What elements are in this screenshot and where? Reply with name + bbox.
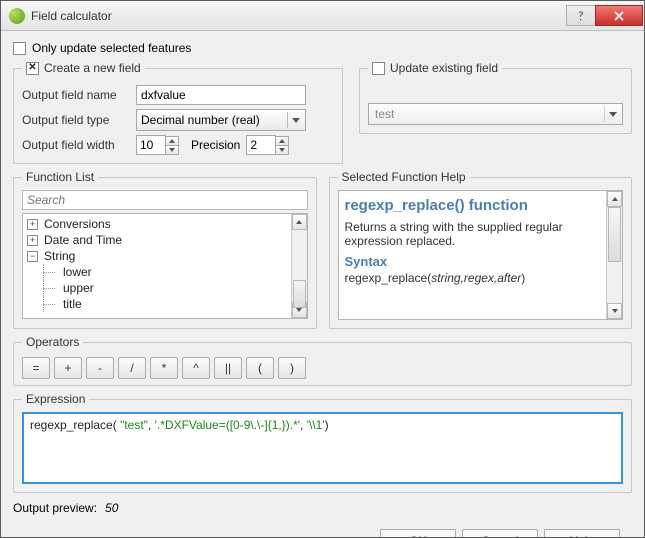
close-icon: [613, 10, 625, 22]
titlebar-help-button[interactable]: [566, 5, 596, 26]
titlebar[interactable]: Field calculator: [1, 1, 644, 31]
create-field-checkbox[interactable]: [26, 62, 39, 75]
only-update-row: Only update selected features: [13, 41, 632, 55]
expression-textarea[interactable]: regexp_replace( "test", '.*DXFValue=([0-…: [22, 412, 623, 484]
function-tree[interactable]: + Conversions + Date and Time − String l…: [22, 213, 308, 319]
app-icon: [9, 8, 25, 24]
only-update-label: Only update selected features: [32, 41, 191, 55]
help-title: regexp_replace() function: [345, 197, 605, 214]
op-rparen-button[interactable]: ): [278, 357, 306, 379]
update-field-group: Update existing field test: [359, 61, 632, 134]
op-divide-button[interactable]: /: [118, 357, 146, 379]
tree-group-conversions[interactable]: + Conversions: [23, 216, 291, 232]
function-tree-scrollbar[interactable]: [291, 214, 307, 318]
scroll-up-icon[interactable]: [292, 214, 307, 230]
scroll-up-icon[interactable]: [607, 191, 622, 207]
operators-legend: Operators: [22, 335, 83, 349]
help-signature: regexp_replace(string,regex,after): [345, 271, 605, 285]
function-list-legend: Function List: [22, 170, 98, 184]
update-field-checkbox[interactable]: [372, 62, 385, 75]
function-help-scrollbar[interactable]: [606, 191, 622, 319]
tree-item-title[interactable]: title: [23, 296, 291, 312]
create-field-group: Create a new field Output field name Out…: [13, 61, 343, 164]
op-minus-button[interactable]: -: [86, 357, 114, 379]
expand-icon[interactable]: +: [27, 219, 38, 230]
tree-item-upper[interactable]: upper: [23, 280, 291, 296]
op-power-button[interactable]: ^: [182, 357, 210, 379]
ok-button[interactable]: OK: [380, 529, 456, 537]
help-description: Returns a string with the supplied regul…: [345, 220, 605, 248]
output-width-input[interactable]: [136, 135, 166, 155]
cancel-button[interactable]: Cancel: [462, 529, 538, 537]
create-field-legend: Create a new field: [44, 61, 141, 75]
tree-item-lower[interactable]: lower: [23, 264, 291, 280]
output-name-label: Output field name: [22, 88, 130, 102]
output-type-label: Output field type: [22, 113, 130, 127]
question-icon: [575, 10, 587, 22]
expression-group: Expression regexp_replace( "test", '.*DX…: [13, 392, 632, 493]
precision-input[interactable]: [246, 135, 276, 155]
window-title: Field calculator: [31, 9, 567, 23]
dialog-footer: OK Cancel Help: [13, 521, 632, 537]
op-concat-button[interactable]: ||: [214, 357, 242, 379]
output-name-input[interactable]: [136, 85, 306, 105]
help-syntax-label: Syntax: [345, 254, 605, 269]
op-lparen-button[interactable]: (: [246, 357, 274, 379]
operators-group: Operators = + - / * ^ || ( ): [13, 335, 632, 386]
output-type-value: Decimal number (real): [141, 113, 260, 127]
output-preview-row: Output preview: 50: [13, 501, 632, 515]
chevron-down-icon: [604, 106, 620, 122]
chevron-down-icon: [287, 112, 303, 128]
function-search-input[interactable]: [22, 190, 308, 210]
spin-down-icon[interactable]: [165, 145, 179, 155]
precision-spinner[interactable]: [246, 135, 289, 155]
function-help-group: Selected Function Help regexp_replace() …: [329, 170, 633, 329]
update-field-legend: Update existing field: [390, 61, 498, 75]
scroll-down-icon[interactable]: [607, 303, 622, 319]
output-width-spinner[interactable]: [136, 135, 179, 155]
output-width-label: Output field width: [22, 138, 130, 152]
op-equals-button[interactable]: =: [22, 357, 50, 379]
function-help-legend: Selected Function Help: [338, 170, 470, 184]
field-calculator-window: Field calculator Only update selected fe…: [0, 0, 645, 538]
tree-group-string[interactable]: − String: [23, 248, 291, 264]
tree-group-datetime[interactable]: + Date and Time: [23, 232, 291, 248]
function-help-panel: regexp_replace() function Returns a stri…: [338, 190, 624, 320]
output-type-combo[interactable]: Decimal number (real): [136, 109, 306, 131]
precision-label: Precision: [191, 138, 240, 152]
update-field-value: test: [375, 107, 394, 121]
spin-down-icon[interactable]: [275, 145, 289, 155]
output-preview-label: Output preview:: [13, 501, 97, 515]
help-button[interactable]: Help: [544, 529, 620, 537]
expand-icon[interactable]: +: [27, 235, 38, 246]
expression-legend: Expression: [22, 392, 89, 406]
output-preview-value: 50: [105, 501, 118, 515]
titlebar-close-button[interactable]: [595, 5, 643, 26]
function-list-group: Function List + Conversions + Date and T…: [13, 170, 317, 329]
only-update-checkbox[interactable]: [13, 42, 26, 55]
update-field-combo[interactable]: test: [368, 103, 623, 125]
op-plus-button[interactable]: +: [54, 357, 82, 379]
op-multiply-button[interactable]: *: [150, 357, 178, 379]
collapse-icon[interactable]: −: [27, 251, 38, 262]
